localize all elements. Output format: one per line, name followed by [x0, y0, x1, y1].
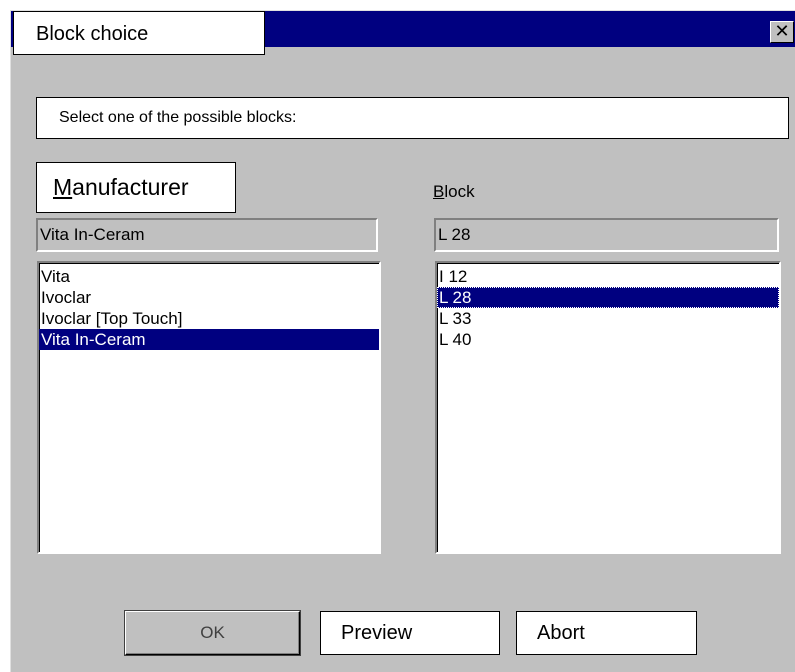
preview-button[interactable]: Preview	[320, 611, 500, 655]
block-item-l28[interactable]: L 28	[437, 287, 779, 308]
block-item-l40[interactable]: L 40	[437, 329, 779, 350]
manufacturer-label: Manufacturer	[36, 162, 236, 213]
block-item-l33[interactable]: L 33	[437, 308, 779, 329]
manufacturer-item-ivoclar[interactable]: Ivoclar	[39, 287, 379, 308]
manufacturer-item-vita[interactable]: Vita	[39, 266, 379, 287]
manufacturer-listbox[interactable]: Vita Ivoclar Ivoclar [Top Touch] Vita In…	[37, 261, 381, 554]
block-listbox[interactable]: I 12 L 28 L 33 L 40	[435, 261, 781, 554]
close-icon: ✕	[774, 21, 790, 42]
abort-button[interactable]: Abort	[516, 611, 697, 655]
block-label-accelerator: B	[433, 182, 445, 201]
window-title: Block choice	[13, 11, 265, 55]
manufacturer-label-rest: anufacturer	[72, 174, 189, 200]
manufacturer-item-ivoclar-top-touch[interactable]: Ivoclar [Top Touch]	[39, 308, 379, 329]
close-button[interactable]: ✕	[770, 21, 794, 43]
block-label-rest: lock	[444, 182, 475, 201]
block-selected-field: L 28	[434, 218, 779, 252]
instruction-text: Select one of the possible blocks:	[36, 97, 789, 139]
ok-button[interactable]: OK	[125, 611, 300, 655]
block-choice-dialog: Block choice ✕ Select one of the possibl…	[10, 10, 795, 672]
block-item-i12[interactable]: I 12	[437, 266, 779, 287]
manufacturer-selected-field: Vita In-Ceram	[36, 218, 378, 252]
block-label: Block	[433, 182, 475, 202]
manufacturer-label-accelerator: M	[53, 174, 73, 200]
manufacturer-item-vita-in-ceram[interactable]: Vita In-Ceram	[39, 329, 379, 350]
